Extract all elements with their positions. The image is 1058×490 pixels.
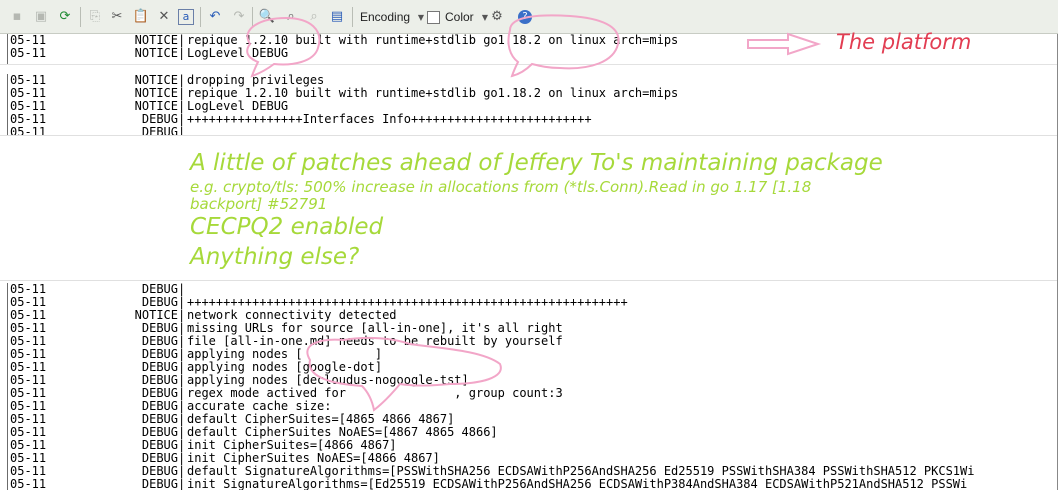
log-separator: | xyxy=(178,46,186,60)
platform-note: The platform xyxy=(836,30,972,54)
find-icon[interactable]: 🔍 xyxy=(258,8,276,26)
cecpq2-note: CECPQ2 enabled xyxy=(190,214,384,240)
gutter-line xyxy=(7,74,8,135)
log-message: LogLevel DEBUG xyxy=(187,46,289,60)
log-date: 05-11 xyxy=(10,477,47,490)
color-checkbox[interactable] xyxy=(427,11,440,24)
copy-icon[interactable]: ⎘ xyxy=(86,8,104,26)
save-icon[interactable]: ▪ xyxy=(8,8,26,26)
pane-divider xyxy=(0,64,1058,73)
view-icon[interactable]: ▤ xyxy=(328,8,346,26)
log-level: DEBUG xyxy=(141,125,178,136)
replace-icon[interactable]: ⌕ xyxy=(282,8,300,26)
undo-icon[interactable]: ↶ xyxy=(206,8,224,26)
gutter-line xyxy=(7,34,8,64)
toolbar-separator xyxy=(80,7,81,27)
select-all-icon[interactable]: a xyxy=(178,9,194,25)
annotation-band: A little of patches ahead of Jeffery To'… xyxy=(0,135,1058,281)
settings-icon[interactable]: ⚙ xyxy=(488,8,506,26)
log-row: 05-11 DEBUG | init SignatureAlgorithms=[Ed2… xyxy=(0,478,1058,490)
encoding-menu[interactable]: Encoding xyxy=(360,10,410,24)
log-message: init SignatureAlgorithms=[Ed25519 ECDSAW… xyxy=(187,477,968,490)
patches-example-line-1: e.g. crypto/tls: 500% increase in alloca… xyxy=(190,178,812,196)
log-date: 05-11 xyxy=(10,46,47,60)
log-level: DEBUG xyxy=(141,477,178,490)
find-next-icon[interactable]: ⌕ xyxy=(305,8,323,26)
delete-icon[interactable]: ✕ xyxy=(155,8,173,26)
log-lines: 05-11 DEBUG | 05-11 DEBUG | ++++++++++++++++++… xyxy=(0,283,1058,490)
toolbar-separator xyxy=(200,7,201,27)
editor-toolbar: ▪ ▣ ⟳ ⎘ ✂ 📋 ✕ a ↶ ↷ 🔍 ⌕ ⌕ ▤ Encoding ▼ C… xyxy=(0,0,1058,34)
patches-example-line-2: backport] #52791 xyxy=(190,195,328,213)
patches-title: A little of patches ahead of Jeffery To'… xyxy=(190,150,883,176)
reload-icon[interactable]: ⟳ xyxy=(56,8,74,26)
paste-icon[interactable]: 📋 xyxy=(132,8,150,26)
toolbar-separator xyxy=(352,7,353,27)
log-lines: 05-11 NOTICE | dropping privileges 05-11 NOTI… xyxy=(0,74,1058,135)
cut-icon[interactable]: ✂ xyxy=(108,8,126,26)
color-menu[interactable]: Color xyxy=(445,10,474,24)
log-row: 05-11 DEBUG | xyxy=(0,125,1058,136)
log-separator: | xyxy=(178,477,186,490)
gutter-line xyxy=(7,283,8,490)
log-message: ++++++++++++++++Interfaces Info+++++++++… xyxy=(187,112,592,126)
log-separator: | xyxy=(178,125,186,136)
help-icon[interactable]: ? xyxy=(518,10,532,24)
save-all-icon[interactable]: ▣ xyxy=(32,8,50,26)
log-level: NOTICE xyxy=(134,46,178,60)
redo-icon[interactable]: ↷ xyxy=(230,8,248,26)
log-date: 05-11 xyxy=(10,125,47,136)
anything-else-note: Anything else? xyxy=(190,244,360,270)
toolbar-separator xyxy=(252,7,253,27)
